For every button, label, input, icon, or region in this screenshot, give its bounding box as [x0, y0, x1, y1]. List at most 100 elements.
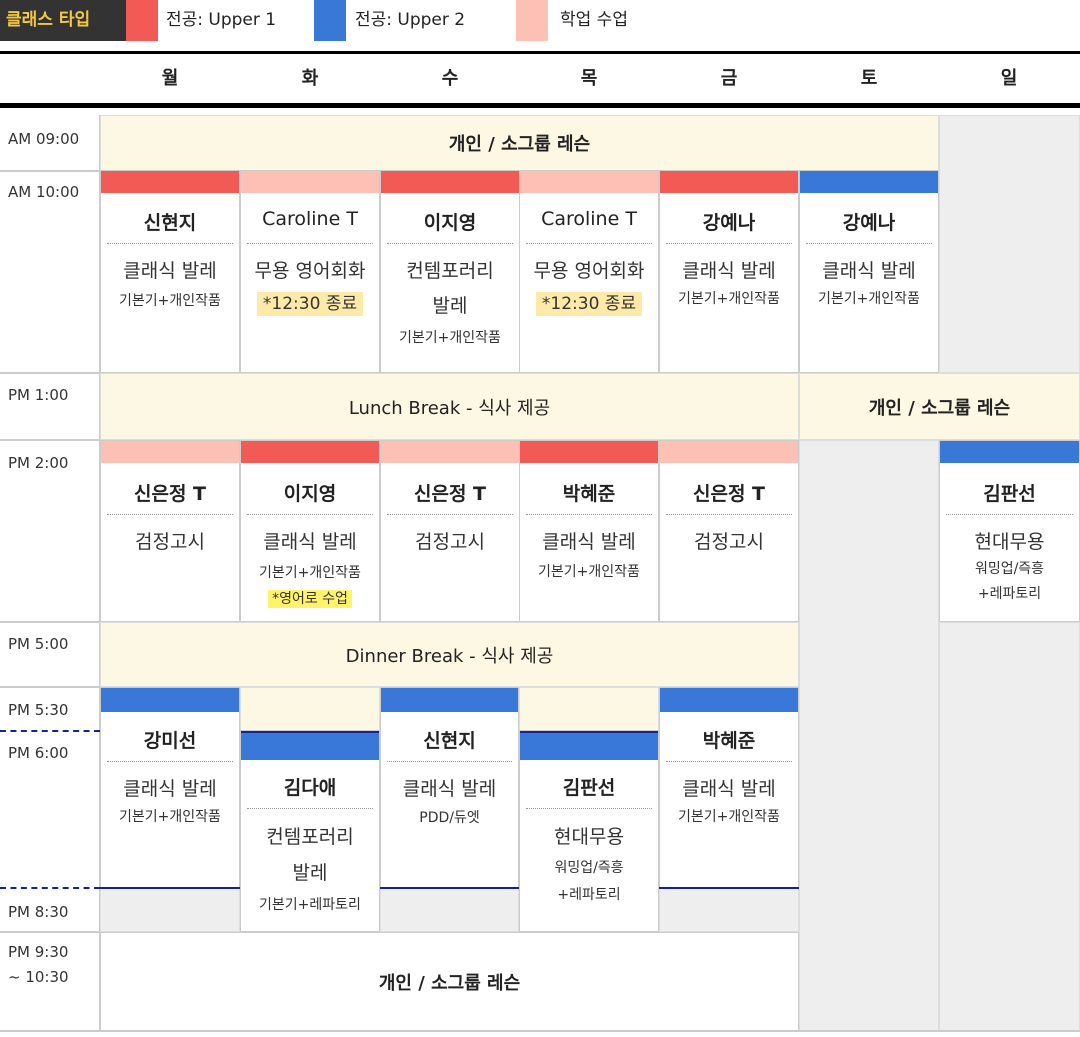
note: PDD/듀엣 [419, 810, 480, 826]
subject: 검정고시 [694, 531, 764, 553]
legend-label-academic: 학업 수업 [560, 10, 628, 30]
class-cell-wed-afternoon: 신은정 T 검정고시 [380, 440, 520, 622]
sunday-empty-morning [939, 115, 1080, 373]
subject: 클래식 발레 [402, 778, 497, 800]
subject: 현대무용 [554, 826, 624, 848]
note-line2: +레파토리 [977, 586, 1042, 602]
class-type-bar [660, 688, 798, 712]
table-bottom-rule [0, 1030, 1080, 1032]
class-type-bar [241, 441, 379, 463]
class-cell-fri-afternoon: 신은정 T 검정고시 [659, 440, 799, 622]
time-separator [0, 170, 100, 172]
teacher-name: Caroline T [262, 208, 358, 230]
time-label: AM 09:00 [8, 130, 80, 148]
time-separator [0, 931, 100, 933]
class-cell-thu-evening: 김판선 현대무용 워밍업/즉흥 +레파토리 [519, 730, 659, 932]
class-type-bar [520, 171, 658, 193]
class-type-bar [101, 171, 239, 193]
time-label: PM 5:30 [8, 701, 69, 719]
class-cell-thu-morning: Caroline T 무용 영어회화 *12:30 종료 [519, 170, 659, 373]
teacher-name: 김판선 [983, 483, 1036, 505]
subject-line2: 발레 [292, 862, 328, 884]
class-type-bar [520, 733, 658, 760]
subject: 검정고시 [135, 531, 205, 553]
teacher-name: 신현지 [143, 212, 197, 234]
time-label: PM 9:30 [8, 943, 69, 961]
english-class-note: *영어로 수업 [268, 590, 352, 608]
time-label: PM 1:00 [8, 386, 69, 404]
sunday-empty-evening [939, 622, 1080, 1031]
subject: 클래식 발레 [682, 260, 776, 282]
class-type-bar [520, 441, 658, 463]
class-cell-fri-morning: 강예나 클래식 발레 기본기+개인작품 [659, 170, 799, 373]
note: 기본기+개인작품 [678, 809, 780, 825]
divider [247, 243, 373, 244]
class-cell-wed-morning: 이지영 컨템포러리 발레 기본기+개인작품 [380, 170, 520, 373]
teacher-name: 강미선 [143, 730, 197, 752]
class-type-bar [381, 441, 519, 463]
subject: 클래식 발레 [542, 531, 636, 553]
private-lesson-morning: 개인 / 소그룹 레슨 [100, 115, 939, 171]
class-cell-fri-evening: 박혜준 클래식 발레 기본기+개인작품 [659, 687, 799, 888]
empty-slot [380, 888, 519, 932]
class-type-bar [241, 171, 379, 193]
time-label: PM 8:30 [8, 903, 69, 921]
time-label: PM 5:00 [8, 635, 69, 653]
lunch-break: Lunch Break - 식사 제공 [100, 373, 799, 440]
legend-swatch-academic [516, 0, 548, 41]
note: 기본기+개인작품 [538, 564, 640, 580]
class-type-bar [101, 441, 239, 463]
subject-line2: 발레 [432, 295, 468, 317]
time-label: PM 6:00 [8, 744, 69, 762]
empty-slot [240, 687, 380, 731]
note: 기본기+개인작품 [119, 809, 221, 825]
subject: 클래식 발레 [682, 778, 776, 800]
divider [107, 243, 233, 244]
day-header-fri: 금 [720, 68, 738, 89]
class-cell-mon-afternoon: 신은정 T 검정고시 [100, 440, 240, 622]
subject: 컨템포러리 [266, 826, 354, 848]
subject: 무용 영어회화 [533, 260, 645, 282]
time-label: AM 10:00 [8, 183, 80, 201]
day-header-wed: 수 [441, 68, 459, 89]
teacher-name: 이지영 [423, 212, 477, 234]
dinner-break: Dinner Break - 식사 제공 [100, 622, 799, 687]
note: 기본기+레파토리 [259, 897, 361, 913]
note: 기본기+개인작품 [259, 565, 361, 581]
class-type-bar [241, 733, 379, 760]
end-line [380, 887, 519, 889]
class-cell-tue-evening: 김다애 컨템포러리 발레 기본기+레파토리 [240, 730, 380, 932]
class-type-bar [800, 171, 938, 193]
time-separator [0, 686, 100, 688]
private-lesson-weekend: 개인 / 소그룹 레슨 [799, 373, 1080, 440]
teacher-name: 박혜준 [562, 483, 616, 505]
divider [107, 761, 233, 762]
subject: 검정고시 [415, 531, 485, 553]
day-header-sat: 토 [860, 68, 878, 89]
teacher-name: 신현지 [423, 730, 476, 752]
class-type-bar [660, 441, 798, 463]
class-cell-mon-morning: 신현지 클래식 발레 기본기+개인작품 [100, 170, 240, 373]
legend-label-upper1: 전공: Upper 1 [166, 10, 277, 30]
teacher-name: 박혜준 [702, 730, 756, 752]
subject: 현대무용 [974, 531, 1045, 553]
time-separator [0, 372, 100, 374]
subject: 무용 영어회화 [254, 260, 366, 282]
time-separator [0, 621, 100, 623]
end-line [659, 887, 799, 889]
note: 기본기+개인작품 [399, 330, 501, 346]
legend-label-upper2: 전공: Upper 2 [355, 10, 466, 30]
legend-swatch-upper2 [314, 0, 346, 41]
note: 워밍업/즉흥 [974, 561, 1045, 577]
class-cell-wed-evening: 신현지 클래식 발레 PDD/듀엣 [380, 687, 519, 888]
header-bottom-rule [0, 103, 1080, 108]
class-type-bar [381, 688, 518, 712]
class-type-bar [940, 441, 1079, 463]
teacher-name: 이지영 [283, 483, 337, 505]
class-cell-mon-evening: 강미선 클래식 발레 기본기+개인작품 [100, 687, 240, 888]
empty-slot [659, 888, 799, 932]
note: 워밍업/즉흥 [554, 860, 624, 876]
divider [666, 514, 792, 515]
empty-slot [519, 687, 659, 731]
divider [247, 514, 373, 515]
